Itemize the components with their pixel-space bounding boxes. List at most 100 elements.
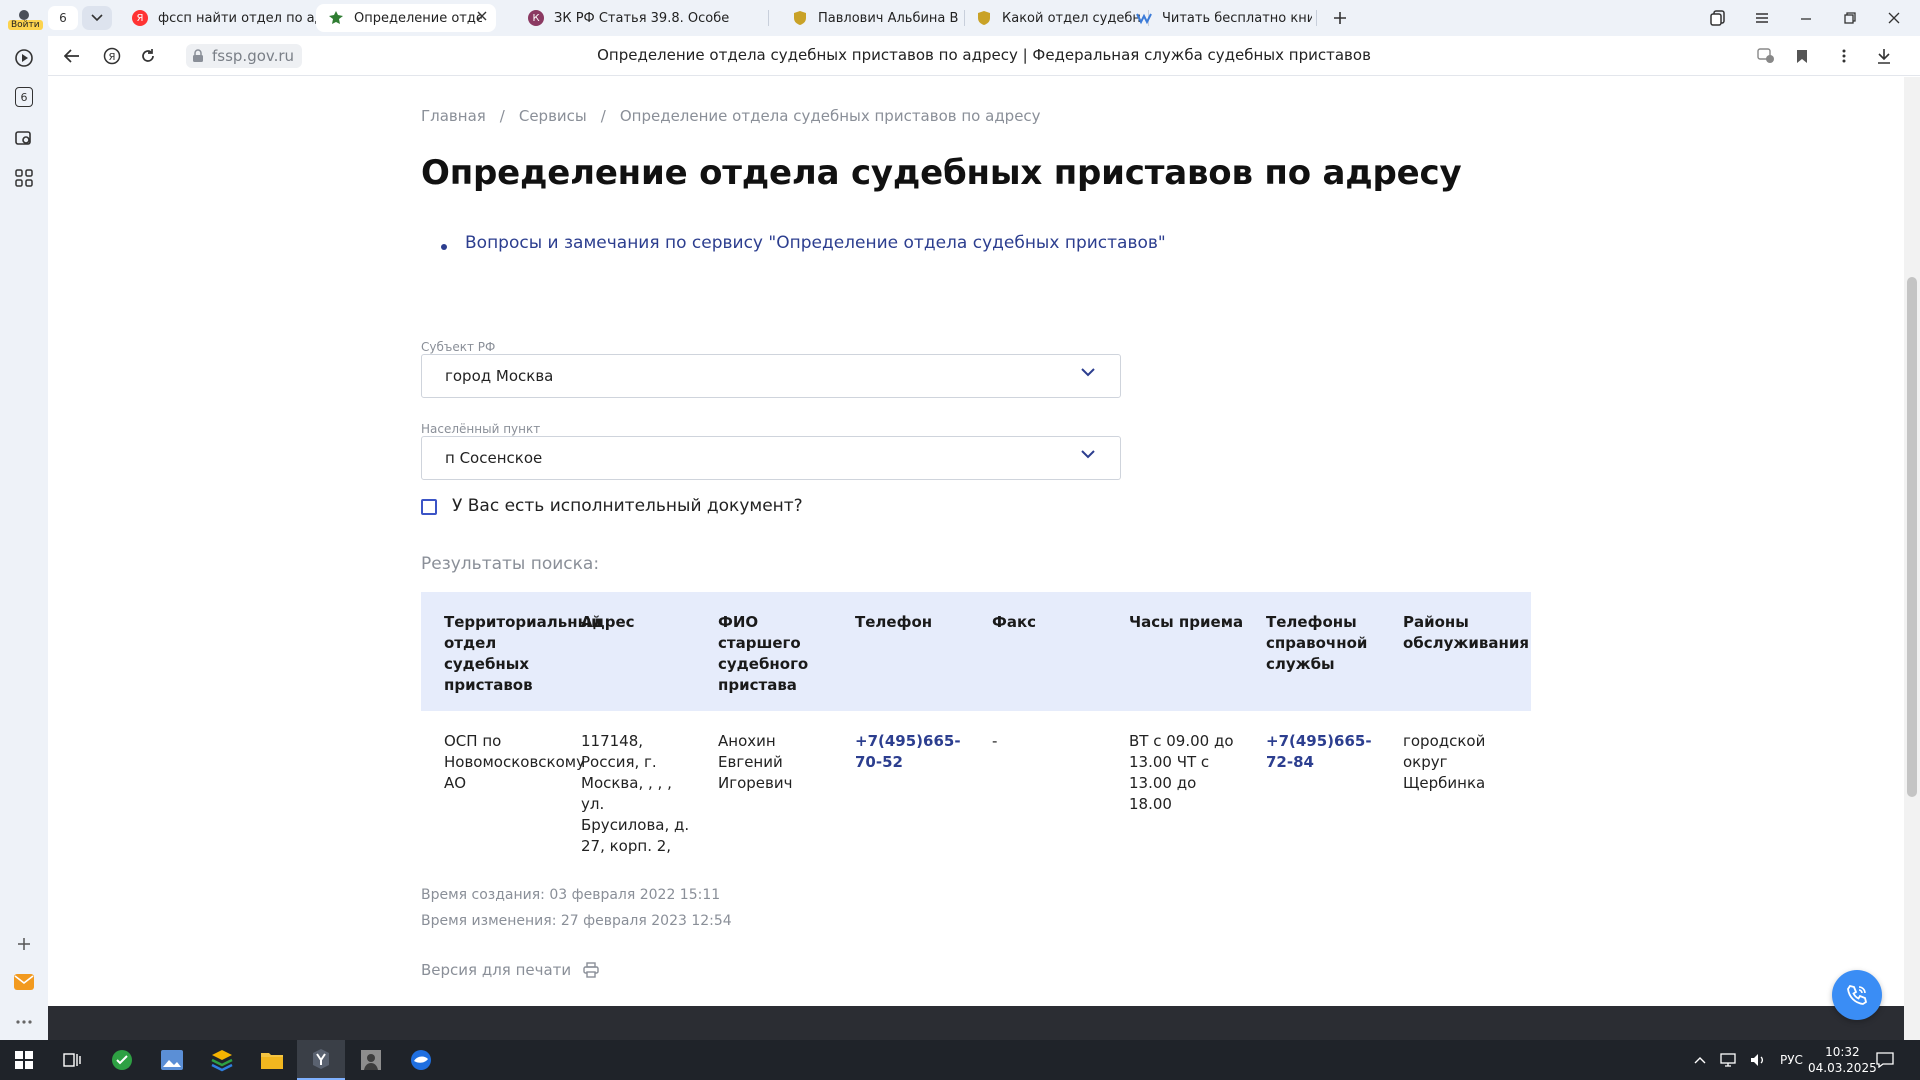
printer-icon[interactable] (583, 962, 599, 978)
th-fax: Факс (992, 613, 1037, 631)
volume-icon[interactable] (1750, 1053, 1766, 1067)
subject-select[interactable]: город Москва (421, 354, 1121, 398)
td-helpdesk-link[interactable]: +7(495)665-72-84 (1266, 731, 1376, 773)
page-title: Определение отдела судебных приставов по… (421, 153, 1462, 193)
tab-separator (768, 10, 769, 26)
more-dots-icon[interactable] (10, 1008, 38, 1036)
phone-icon (1847, 984, 1868, 1005)
breadcrumb-separator: / (499, 107, 505, 125)
url-domain: fssp.gov.ru (212, 47, 295, 65)
address-page-title[interactable]: Определение отдела судебных приставов по… (48, 46, 1920, 64)
breadcrumb-current: Определение отдела судебных приставов по… (619, 107, 1041, 125)
add-panel-icon[interactable] (10, 930, 38, 958)
page-scrollbar[interactable] (1904, 77, 1920, 1040)
notifications-icon[interactable] (1876, 1040, 1894, 1080)
yandex-browser-icon[interactable] (297, 1040, 345, 1080)
th-phone: Телефон (855, 613, 933, 631)
play-icon[interactable] (10, 44, 38, 72)
task-view-icon[interactable] (48, 1040, 96, 1080)
clock-date: 04.03.2025 (1808, 1061, 1877, 1075)
menu-icon[interactable] (1748, 6, 1776, 30)
close-window-icon[interactable] (1880, 6, 1908, 30)
tab-strip: 6 Я фссп найти отдел по адре Определение… (48, 0, 1920, 36)
has-document-label[interactable]: У Вас есть исполнительный документ? (452, 496, 803, 516)
gallery-icon[interactable] (10, 124, 38, 152)
print-version-label[interactable]: Версия для печати (421, 961, 571, 979)
tab-title: Определение отдела с (354, 10, 482, 26)
feedback-link[interactable]: Вопросы и замечания по сервису "Определе… (441, 233, 1166, 253)
breadcrumb-services[interactable]: Сервисы (519, 107, 587, 125)
scrollbar-thumb[interactable] (1907, 277, 1917, 797)
download-icon[interactable] (1870, 44, 1898, 68)
yandex-logo-icon: Я (103, 47, 121, 65)
clock-time: 10:32 (1825, 1045, 1860, 1059)
portrait-app-icon[interactable] (347, 1040, 395, 1080)
breadcrumb-separator: / (600, 107, 606, 125)
tab-2[interactable]: К ЗК РФ Статья 39.8. Особе (516, 4, 756, 32)
login-label[interactable]: Войти (8, 20, 43, 30)
td-phone-link[interactable]: +7(495)665-70-52 (855, 731, 965, 773)
photo-app-icon[interactable] (148, 1040, 196, 1080)
td-districts: городской округ Щербинка (1403, 732, 1486, 792)
restore-icon[interactable] (1836, 6, 1864, 30)
locality-select[interactable]: п Сосенское (421, 436, 1121, 480)
system-tray: РУС (1694, 1040, 1803, 1080)
chevron-down-icon (1081, 450, 1095, 459)
tab-1[interactable]: Определение отдела с (316, 4, 496, 32)
bookmarks-panel-icon[interactable] (1704, 6, 1732, 30)
back-button[interactable] (58, 44, 86, 68)
reload-button[interactable] (134, 44, 162, 68)
windows-start-icon[interactable] (0, 1040, 48, 1080)
url-chip[interactable]: fssp.gov.ru (186, 44, 303, 68)
layers-app-icon[interactable] (198, 1040, 246, 1080)
print-version-link[interactable]: Версия для печати (421, 961, 599, 979)
tab-4[interactable]: Какой отдел судебных пр (964, 4, 1142, 32)
minimize-icon[interactable] (1792, 6, 1820, 30)
tab-title: фссп найти отдел по адре (158, 10, 340, 26)
more-vertical-icon[interactable] (1830, 44, 1858, 68)
chevron-up-icon[interactable] (1694, 1056, 1706, 1064)
feedback-link-text[interactable]: Вопросы и замечания по сервису "Определе… (465, 233, 1166, 253)
has-document-checkbox[interactable] (421, 499, 437, 515)
yandex-home-button[interactable]: Я (98, 44, 126, 68)
file-explorer-icon[interactable] (248, 1040, 296, 1080)
chevron-down-icon (1081, 368, 1095, 377)
consultant-icon: К (528, 10, 544, 26)
created-time: Время создания: 03 февраля 2022 15:11 (421, 887, 721, 903)
green-app-icon[interactable] (98, 1040, 146, 1080)
td-chief: Анохин Евгений Игоревич (718, 732, 793, 792)
modified-time: Время изменения: 27 февраля 2023 12:54 (421, 913, 732, 929)
td-department: ОСП по Новомосковскому АО (444, 732, 585, 792)
tab-3[interactable]: Павлович Альбина Васил (780, 4, 958, 32)
new-tab-button[interactable] (1326, 6, 1354, 30)
yandex-icon: Я (132, 10, 148, 26)
th-helpdesk: Телефоны справочной службы (1266, 613, 1368, 673)
breadcrumb-home[interactable]: Главная (421, 107, 486, 125)
bookmark-icon[interactable] (1788, 44, 1816, 68)
svg-text:Я: Я (109, 52, 116, 63)
table-header-row: Территориальный отдел судебных приставов… (421, 592, 1531, 711)
book-icon (1136, 10, 1152, 26)
clock[interactable]: 10:32 04.03.2025 (1808, 1040, 1877, 1080)
apps-grid-icon[interactable] (10, 164, 38, 192)
browser-sidebar: Войти 6 (0, 0, 48, 1040)
results-label: Результаты поиска: (421, 554, 600, 574)
lock-icon (193, 49, 203, 62)
counter-badge[interactable]: 6 (10, 83, 38, 111)
results-table: Территориальный отдел судебных приставов… (421, 592, 1531, 855)
td-hours: ВТ с 09.00 до 13.00 ЧТ с 13.00 до 18.00 (1129, 732, 1234, 813)
close-tab-icon[interactable] (476, 10, 488, 26)
thunderbird-icon[interactable] (397, 1040, 445, 1080)
call-button[interactable] (1832, 970, 1882, 1020)
plus-icon (1334, 12, 1346, 24)
language-indicator[interactable]: РУС (1780, 1053, 1803, 1067)
tab-list-button[interactable] (82, 6, 112, 30)
tab-title: Какой отдел судебных пр (1002, 10, 1142, 26)
fssp-emblem-icon (328, 10, 344, 26)
chevron-down-icon (91, 14, 103, 22)
mail-icon[interactable] (10, 968, 38, 996)
network-icon[interactable] (1720, 1053, 1736, 1067)
protect-icon[interactable] (1752, 44, 1780, 68)
tab-count-button[interactable]: 6 (48, 6, 78, 30)
breadcrumb: Главная / Сервисы / Определение отдела с… (421, 107, 1041, 125)
